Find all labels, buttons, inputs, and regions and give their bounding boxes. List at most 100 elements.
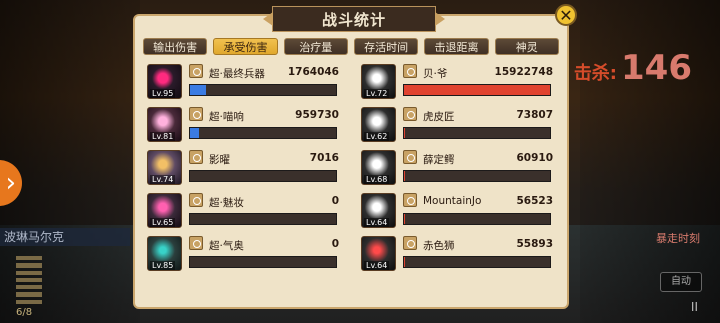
unit-name: 超·最终兵器	[209, 68, 265, 80]
tab-4[interactable]: 存活时间	[353, 38, 419, 55]
unit-value: 15922748	[494, 66, 553, 78]
unit-name: 超·喵响	[209, 111, 244, 123]
tab-3[interactable]: 治疗量	[283, 38, 348, 55]
unit-value: 0	[331, 238, 339, 250]
unit-damage-fill	[404, 171, 405, 181]
unit-damage-fill	[190, 128, 199, 138]
left-unit-row: Lv.81 超·喵响 959730	[143, 105, 345, 142]
tab-6[interactable]: 神灵	[494, 38, 559, 55]
unit-value: 73807	[516, 109, 553, 121]
unit-damage-fill	[190, 85, 207, 95]
unit-class-icon	[403, 150, 417, 164]
unit-level: Lv.95	[150, 89, 176, 98]
chevron-right-icon: ›	[5, 168, 16, 198]
unit-damage-bar	[189, 256, 337, 268]
tab-1[interactable]: 输出伤害	[143, 38, 208, 55]
unit-portrait: Lv.81	[147, 107, 182, 142]
unit-class-icon	[403, 193, 417, 207]
close-icon: ✕	[559, 5, 573, 25]
panel-title-text: 战斗统计	[321, 10, 386, 29]
kill-counter: 击杀: 146	[574, 48, 692, 88]
auto-button[interactable]: 自动	[660, 272, 702, 292]
unit-level: Lv.62	[364, 132, 390, 141]
right-unit-row: Lv.68 薛定鳄 60910	[357, 148, 559, 185]
unit-damage-bar	[189, 84, 337, 96]
unit-portrait: Lv.64	[361, 193, 396, 228]
unit-damage-bar	[403, 170, 551, 182]
unit-portrait: Lv.74	[147, 150, 182, 185]
unit-damage-bar	[189, 213, 337, 225]
unit-name: 虎皮匠	[423, 111, 455, 123]
unit-level: Lv.81	[150, 132, 176, 141]
stats-tabs: 输出伤害 承受伤害 治疗量 存活时间 击退距离 神灵	[143, 38, 559, 55]
unit-name: 影曜	[209, 154, 230, 166]
unit-portrait: Lv.64	[361, 236, 396, 271]
kill-label: 击杀:	[573, 63, 618, 84]
unit-value: 56523	[516, 195, 553, 207]
unit-value: 1764046	[287, 66, 339, 78]
unit-name: 超·气奥	[209, 240, 244, 252]
unit-damage-bar	[403, 127, 551, 139]
right-unit-row: Lv.64 MountainJo 56523	[357, 191, 559, 228]
unit-portrait: Lv.65	[147, 193, 182, 228]
unit-stats-lists: Lv.95 超·最终兵器 1764046 Lv.81 超·喵响 959730 Lv.74 影曜…	[143, 62, 559, 300]
unit-value: 55893	[516, 238, 553, 250]
unit-value: 959730	[295, 109, 339, 121]
left-unit-row: Lv.95 超·最终兵器 1764046	[143, 62, 345, 99]
right-team-column: Lv.72 贝·爷 15922748 Lv.62 虎皮匠 73807 Lv.68 薛定鳄 609…	[357, 62, 559, 300]
unit-portrait: Lv.62	[361, 107, 396, 142]
unit-damage-bar	[189, 170, 337, 182]
unit-damage-bar	[403, 213, 551, 225]
unit-value: 60910	[516, 152, 553, 164]
unit-name: MountainJo	[423, 195, 482, 207]
left-player-label: 波琳马尔克	[0, 228, 130, 246]
unit-level: Lv.64	[364, 261, 390, 270]
unit-class-icon	[189, 236, 203, 250]
tab-5[interactable]: 击退距离	[424, 38, 489, 55]
energy-stack	[16, 256, 42, 304]
right-status-label: 暴走时刻	[656, 232, 700, 245]
right-unit-row: Lv.72 贝·爷 15922748	[357, 62, 559, 99]
right-unit-row: Lv.62 虎皮匠 73807	[357, 105, 559, 142]
unit-value: 0	[331, 195, 339, 207]
left-unit-row: Lv.74 影曜 7016	[143, 148, 345, 185]
left-team-column: Lv.95 超·最终兵器 1764046 Lv.81 超·喵响 959730 Lv.74 影曜…	[143, 62, 345, 300]
unit-level: Lv.65	[150, 218, 176, 227]
unit-class-icon	[189, 64, 203, 78]
unit-portrait: Lv.95	[147, 64, 182, 99]
energy-count: 6/8	[16, 307, 33, 318]
unit-class-icon	[189, 150, 203, 164]
unit-portrait: Lv.68	[361, 150, 396, 185]
unit-damage-bar	[189, 127, 337, 139]
right-unit-row: Lv.64 赤色狮 55893	[357, 234, 559, 271]
kill-value: 146	[621, 48, 692, 88]
tab-2[interactable]: 承受伤害	[213, 38, 278, 55]
unit-level: Lv.85	[150, 261, 176, 270]
pause-icon[interactable]: II	[691, 300, 698, 314]
unit-value: 7016	[309, 152, 339, 164]
unit-damage-bar	[403, 84, 551, 96]
unit-level: Lv.72	[364, 89, 390, 98]
unit-level: Lv.74	[150, 175, 176, 184]
unit-damage-fill	[404, 214, 405, 224]
unit-damage-fill	[404, 85, 550, 95]
unit-name: 超·魅妆	[209, 197, 244, 209]
unit-class-icon	[403, 107, 417, 121]
panel-title: 战斗统计	[263, 6, 445, 32]
unit-level: Lv.68	[364, 175, 390, 184]
left-unit-row: Lv.85 超·气奥 0	[143, 234, 345, 271]
unit-portrait: Lv.85	[147, 236, 182, 271]
unit-level: Lv.64	[364, 218, 390, 227]
left-unit-row: Lv.65 超·魅妆 0	[143, 191, 345, 228]
unit-class-icon	[189, 107, 203, 121]
close-button[interactable]: ✕	[555, 4, 577, 26]
unit-class-icon	[403, 236, 417, 250]
unit-name: 贝·爷	[423, 68, 448, 80]
unit-damage-bar	[403, 256, 551, 268]
unit-class-icon	[403, 64, 417, 78]
unit-name: 赤色狮	[423, 240, 455, 252]
unit-name: 薛定鳄	[423, 154, 455, 166]
unit-portrait: Lv.72	[361, 64, 396, 99]
unit-damage-fill	[404, 128, 405, 138]
unit-damage-fill	[404, 257, 405, 267]
